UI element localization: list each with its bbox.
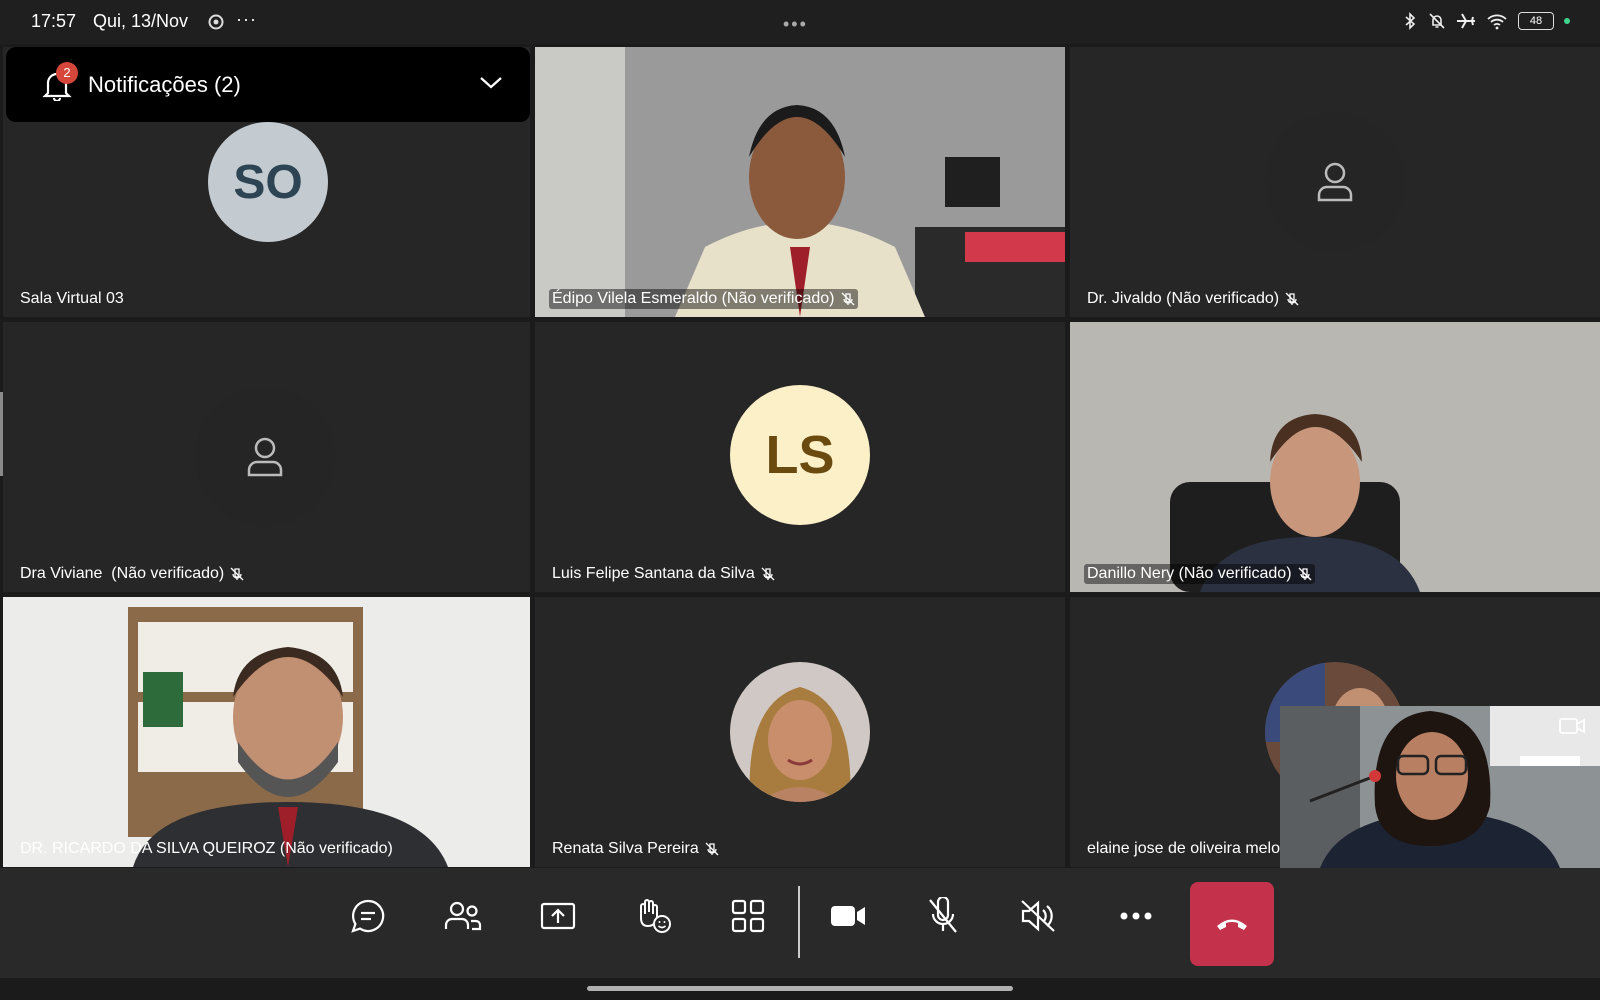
mic-button[interactable] [915, 888, 971, 944]
notifications-banner[interactable]: 2 Notificações (2) [6, 47, 530, 122]
airplane-icon [1457, 13, 1475, 29]
participant-name: DR. RICARDO DA SILVA QUEIROZ (Não verifi… [20, 840, 393, 857]
avatar: LS [730, 385, 870, 525]
window-handle-icon[interactable]: ••• [783, 14, 808, 35]
wifi-icon [1487, 14, 1507, 30]
camera-icon [831, 906, 865, 926]
mic-off-icon [1285, 292, 1299, 306]
home-indicator[interactable] [587, 986, 1013, 991]
mic-off-icon [1298, 567, 1311, 581]
participant-name: Édipo Vilela Esmeraldo (Não verificado) [549, 289, 858, 309]
share-screen-icon [540, 902, 576, 930]
mic-off-icon [705, 842, 719, 856]
chevron-down-icon[interactable] [478, 75, 504, 91]
participants-icon [444, 901, 482, 931]
mic-off-icon [230, 567, 244, 581]
person-icon [1317, 162, 1353, 202]
battery-icon: 48 [1518, 12, 1554, 30]
participant-name: Sala Virtual 03 [20, 290, 124, 307]
notifications-label: Notificações (2) [88, 72, 241, 97]
speaker-button[interactable] [1010, 888, 1066, 944]
participant-name: Danillo Nery (Não verificado) [1084, 564, 1315, 584]
self-video-feed [1280, 706, 1600, 868]
toolbar-divider [798, 886, 800, 958]
view-button[interactable] [720, 888, 776, 944]
participant-tile-viviane[interactable]: Dra Viviane (Não verificado) [3, 322, 530, 592]
avatar-photo [730, 662, 870, 802]
avatar [195, 387, 335, 527]
react-button[interactable] [625, 888, 681, 944]
participant-name: Dr. Jivaldo (Não verificado) [1084, 289, 1302, 309]
call-toolbar [0, 868, 1600, 978]
raise-hand-emoji-icon [640, 899, 671, 933]
participant-tile-ricardo[interactable]: DR. RICARDO DA SILVA QUEIROZ (Não verifi… [3, 597, 530, 867]
participant-tile-edipo[interactable]: Édipo Vilela Esmeraldo (Não verificado) [535, 47, 1065, 317]
participant-name: elaine jose de oliveira melo [1087, 840, 1280, 857]
chrome-icon [208, 14, 224, 30]
privacy-indicator [1564, 18, 1570, 24]
grid-view-icon [731, 899, 765, 933]
share-button[interactable] [530, 888, 586, 944]
hangup-button[interactable] [1190, 882, 1274, 966]
speaker-off-icon [1021, 900, 1055, 932]
chat-icon [351, 899, 385, 933]
video-feed [535, 47, 1065, 317]
participant-tile-renata[interactable]: Renata Silva Pereira [535, 597, 1065, 867]
chat-button[interactable] [340, 888, 396, 944]
mic-off-icon [929, 897, 957, 933]
switch-camera-icon[interactable] [1558, 714, 1586, 738]
participant-name: Renata Silva Pereira [549, 839, 722, 859]
mic-off-icon [761, 567, 775, 581]
avatar [1265, 112, 1405, 252]
camera-button[interactable] [820, 888, 876, 944]
video-feed [3, 597, 530, 867]
more-button[interactable] [1108, 888, 1164, 944]
participant-name: Dra Viviane (Não verificado) [17, 564, 247, 584]
participant-tile-jivaldo[interactable]: Dr. Jivaldo (Não verificado) [1070, 47, 1600, 317]
participants-button[interactable] [435, 888, 491, 944]
person-icon [247, 437, 283, 477]
status-more-icon: ··· [236, 9, 257, 29]
mic-off-icon [841, 292, 854, 306]
participant-name: Luis Felipe Santana da Silva [549, 564, 778, 584]
bell-off-icon [1429, 13, 1445, 29]
date: Qui, 13/Nov [93, 11, 189, 31]
self-view[interactable] [1280, 706, 1600, 868]
participant-tile-luis-felipe[interactable]: LS Luis Felipe Santana da Silva [535, 322, 1065, 592]
phone-hangup-icon [1217, 919, 1247, 930]
edge-handle[interactable] [0, 392, 3, 476]
clock: 17:57 [31, 11, 77, 31]
avatar: SO [208, 122, 328, 242]
video-feed [1070, 322, 1600, 592]
more-dots-icon [1120, 912, 1152, 920]
status-bar: 17:57 Qui, 13/Nov ··· ••• 48 [0, 0, 1600, 44]
participant-tile-danillo[interactable]: Danillo Nery (Não verificado) [1070, 322, 1600, 592]
notification-badge: 2 [56, 62, 78, 84]
bluetooth-icon [1405, 12, 1416, 30]
